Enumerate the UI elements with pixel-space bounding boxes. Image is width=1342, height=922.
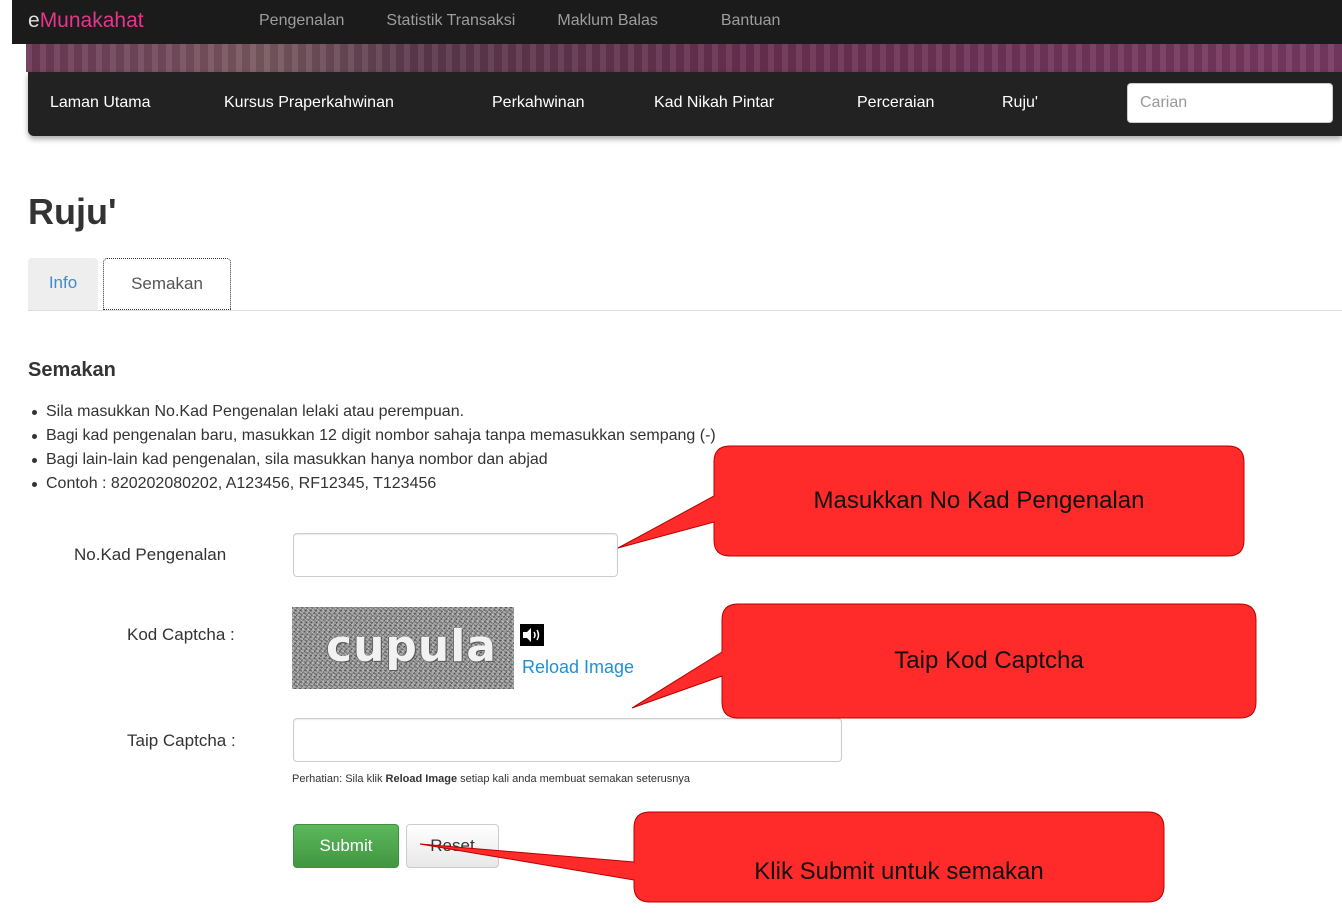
instruction-list: Sila masukkan No.Kad Pengenalan lelaki a… <box>30 400 716 496</box>
search-input[interactable] <box>1127 83 1333 123</box>
nav-laman-utama[interactable]: Laman Utama <box>50 93 151 113</box>
callout-text-ic: Masukkan No Kad Pengenalan <box>813 487 1145 514</box>
captcha-input[interactable] <box>293 718 842 762</box>
top-navbar: eMunakahat Pengenalan Statistik Transaks… <box>12 0 1342 66</box>
bantuan-label: Bantuan <box>720 12 781 29</box>
page-title: Ruju' <box>28 191 117 232</box>
instruction-item: Bagi lain-lain kad pengenalan, sila masu… <box>30 448 716 472</box>
top-nav-bantuan-dropdown[interactable]: Bantuan <box>679 0 823 66</box>
top-nav-statistik[interactable]: Statistik Transaksi <box>365 0 536 44</box>
banner-texture <box>26 44 1342 72</box>
nav-kad-nikah-pintar[interactable]: Kad Nikah Pintar <box>654 93 774 113</box>
top-nav-maklum-balas[interactable]: Maklum Balas <box>536 0 678 44</box>
nav-kursus-praperkahwinan[interactable]: Kursus Praperkahwinan <box>224 93 394 113</box>
note-suffix: setiap kali anda membuat semakan seterus… <box>457 773 691 785</box>
submit-button[interactable]: Submit <box>293 824 399 868</box>
header-banner <box>26 44 1342 72</box>
ic-number-input[interactable] <box>293 533 618 577</box>
top-nav-links: Pengenalan Statistik Transaksi Maklum Ba… <box>238 0 823 66</box>
ic-label: No.Kad Pengenalan <box>74 545 227 564</box>
instruction-item: Sila masukkan No.Kad Pengenalan lelaki a… <box>30 400 716 424</box>
reload-image-link[interactable]: Reload Image <box>522 656 634 678</box>
captcha-image: cupula <box>292 607 514 689</box>
section-title: Semakan <box>28 359 116 381</box>
nav-perceraian[interactable]: Perceraian <box>857 93 934 113</box>
brand-logo[interactable]: eMunakahat <box>28 8 144 34</box>
note-bold: Reload Image <box>385 773 458 785</box>
tab-semakan[interactable]: Semakan <box>103 258 231 310</box>
callout-text-submit: Klik Submit untuk semakan <box>754 858 1044 885</box>
nav-ruju[interactable]: Ruju' <box>1002 93 1038 113</box>
tab-info[interactable]: Info <box>28 258 98 310</box>
captcha-image-text: cupula <box>326 621 497 672</box>
brand-prefix: e <box>28 9 40 32</box>
instruction-item: Contoh : 820202080202, A123456, RF12345,… <box>30 472 716 496</box>
callout-text-captcha: Taip Kod Captcha <box>894 647 1084 674</box>
main-navbar: Laman Utama Kursus Praperkahwinan Perkah… <box>28 72 1342 136</box>
type-captcha-label: Taip Captcha : <box>127 731 236 750</box>
left-edge <box>0 0 12 44</box>
audio-captcha-icon[interactable] <box>520 624 544 646</box>
reload-note: Perhatian: Sila klik Reload Image setiap… <box>292 772 690 786</box>
reset-button[interactable]: Reset <box>406 824 499 868</box>
tab-divider <box>28 310 1342 311</box>
captcha-label: Kod Captcha : <box>127 625 235 644</box>
top-nav-pengenalan[interactable]: Pengenalan <box>238 0 365 44</box>
brand-name: Munakahat <box>39 9 144 32</box>
note-prefix: Perhatian: Sila klik <box>292 773 386 785</box>
nav-perkahwinan[interactable]: Perkahwinan <box>492 93 585 113</box>
instruction-item: Bagi kad pengenalan baru, masukkan 12 di… <box>30 424 716 448</box>
